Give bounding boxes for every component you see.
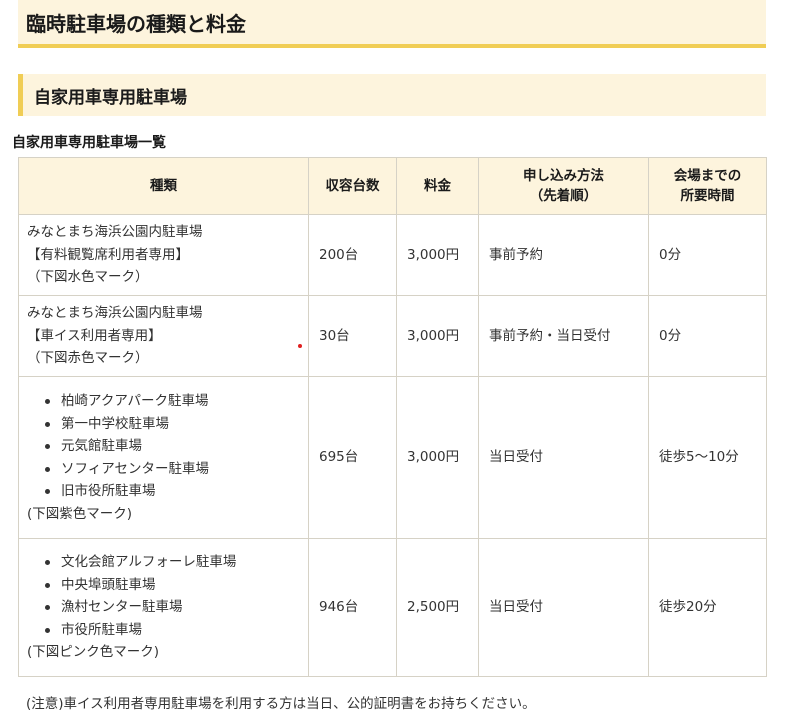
section-title: 自家用車専用駐車場	[18, 74, 766, 116]
list-item: 漁村センター駐車場	[45, 596, 298, 619]
type-cell: みなとまち海浜公園内駐車場 【車イス利用者専用】 （下図赤色マーク）	[18, 295, 309, 377]
table-row: 柏崎アクアパーク駐車場 第一中学校駐車場 元気館駐車場 ソフィアセンター駐車場 …	[18, 376, 767, 539]
type-cell: 文化会館アルフォーレ駐車場 中央埠頭駐車場 漁村センター駐車場 市役所駐車場 (…	[18, 538, 309, 677]
fee-cell: 2,500円	[396, 538, 479, 677]
parking-table: 種類 収容台数 料金 申し込み方法 （先着順） 会場までの 所要時間 みなとまち…	[18, 157, 767, 677]
method-cell: 事前予約	[478, 214, 649, 296]
red-dot-marker	[298, 344, 302, 348]
fee-cell: 3,000円	[396, 214, 479, 296]
list-item: ソフィアセンター駐車場	[45, 458, 298, 481]
header-method: 申し込み方法 （先着順）	[478, 157, 649, 215]
header-type: 種類	[18, 157, 309, 215]
lot-restriction: 【車イス利用者専用】	[27, 327, 162, 344]
lot-name: みなとまち海浜公園内駐車場	[27, 224, 203, 241]
method-cell: 当日受付	[478, 538, 649, 677]
type-cell: みなとまち海浜公園内駐車場 【有料観覧席利用者専用】 （下図水色マーク）	[18, 214, 309, 296]
capacity-cell: 30台	[308, 295, 397, 377]
fee-cell: 3,000円	[396, 376, 479, 539]
list-title: 自家用車専用駐車場一覧	[12, 135, 166, 151]
capacity-cell: 695台	[308, 376, 397, 539]
type-cell: 柏崎アクアパーク駐車場 第一中学校駐車場 元気館駐車場 ソフィアセンター駐車場 …	[18, 376, 309, 539]
fee-cell: 3,000円	[396, 295, 479, 377]
capacity-cell: 946台	[308, 538, 397, 677]
header-capacity: 収容台数	[308, 157, 397, 215]
header-time: 会場までの 所要時間	[648, 157, 767, 215]
header-time-line1: 会場までの	[673, 168, 742, 184]
table-header-row: 種類 収容台数 料金 申し込み方法 （先着順） 会場までの 所要時間	[18, 157, 767, 215]
table-row: みなとまち海浜公園内駐車場 【有料観覧席利用者専用】 （下図水色マーク） 200…	[18, 214, 767, 296]
time-cell: 徒歩20分	[648, 538, 767, 677]
wheelchair-note: (注意)車イス利用者専用駐車場を利用する方は当日、公的証明書をお持ちください。	[26, 696, 536, 712]
list-item: 柏崎アクアパーク駐車場	[45, 390, 298, 413]
time-cell: 徒歩5～10分	[648, 376, 767, 539]
lot-restriction: 【有料観覧席利用者専用】	[27, 246, 189, 263]
table-row: 文化会館アルフォーレ駐車場 中央埠頭駐車場 漁村センター駐車場 市役所駐車場 (…	[18, 538, 767, 677]
lot-list: 文化会館アルフォーレ駐車場 中央埠頭駐車場 漁村センター駐車場 市役所駐車場	[27, 551, 298, 641]
header-method-line1: 申し込み方法	[523, 168, 604, 184]
table-row: みなとまち海浜公園内駐車場 【車イス利用者専用】 （下図赤色マーク） 30台 3…	[18, 295, 767, 377]
header-fee: 料金	[396, 157, 479, 215]
capacity-cell: 200台	[308, 214, 397, 296]
list-item: 市役所駐車場	[45, 619, 298, 642]
header-method-line2: （先着順）	[529, 188, 598, 204]
list-item: 旧市役所駐車場	[45, 480, 298, 503]
lot-list: 柏崎アクアパーク駐車場 第一中学校駐車場 元気館駐車場 ソフィアセンター駐車場 …	[27, 390, 298, 503]
list-item: 元気館駐車場	[45, 435, 298, 458]
map-mark-label: （下図赤色マーク）	[27, 350, 149, 367]
page-content: 臨時駐車場の種類と料金 自家用車専用駐車場 自家用車専用駐車場一覧 種類 収容台…	[12, 0, 767, 677]
method-cell: 当日受付	[478, 376, 649, 539]
page-title: 臨時駐車場の種類と料金	[18, 0, 766, 48]
map-mark-label: (下図紫色マーク)	[27, 505, 133, 522]
list-item: 文化会館アルフォーレ駐車場	[45, 551, 298, 574]
map-mark-label: (下図ピンク色マーク)	[27, 644, 160, 661]
time-cell: 0分	[648, 214, 767, 296]
method-cell: 事前予約・当日受付	[478, 295, 649, 377]
lot-name: みなとまち海浜公園内駐車場	[27, 305, 203, 322]
header-time-line2: 所要時間	[680, 188, 735, 204]
list-item: 中央埠頭駐車場	[45, 574, 298, 597]
list-item: 第一中学校駐車場	[45, 413, 298, 436]
map-mark-label: （下図水色マーク）	[27, 269, 149, 286]
time-cell: 0分	[648, 295, 767, 377]
